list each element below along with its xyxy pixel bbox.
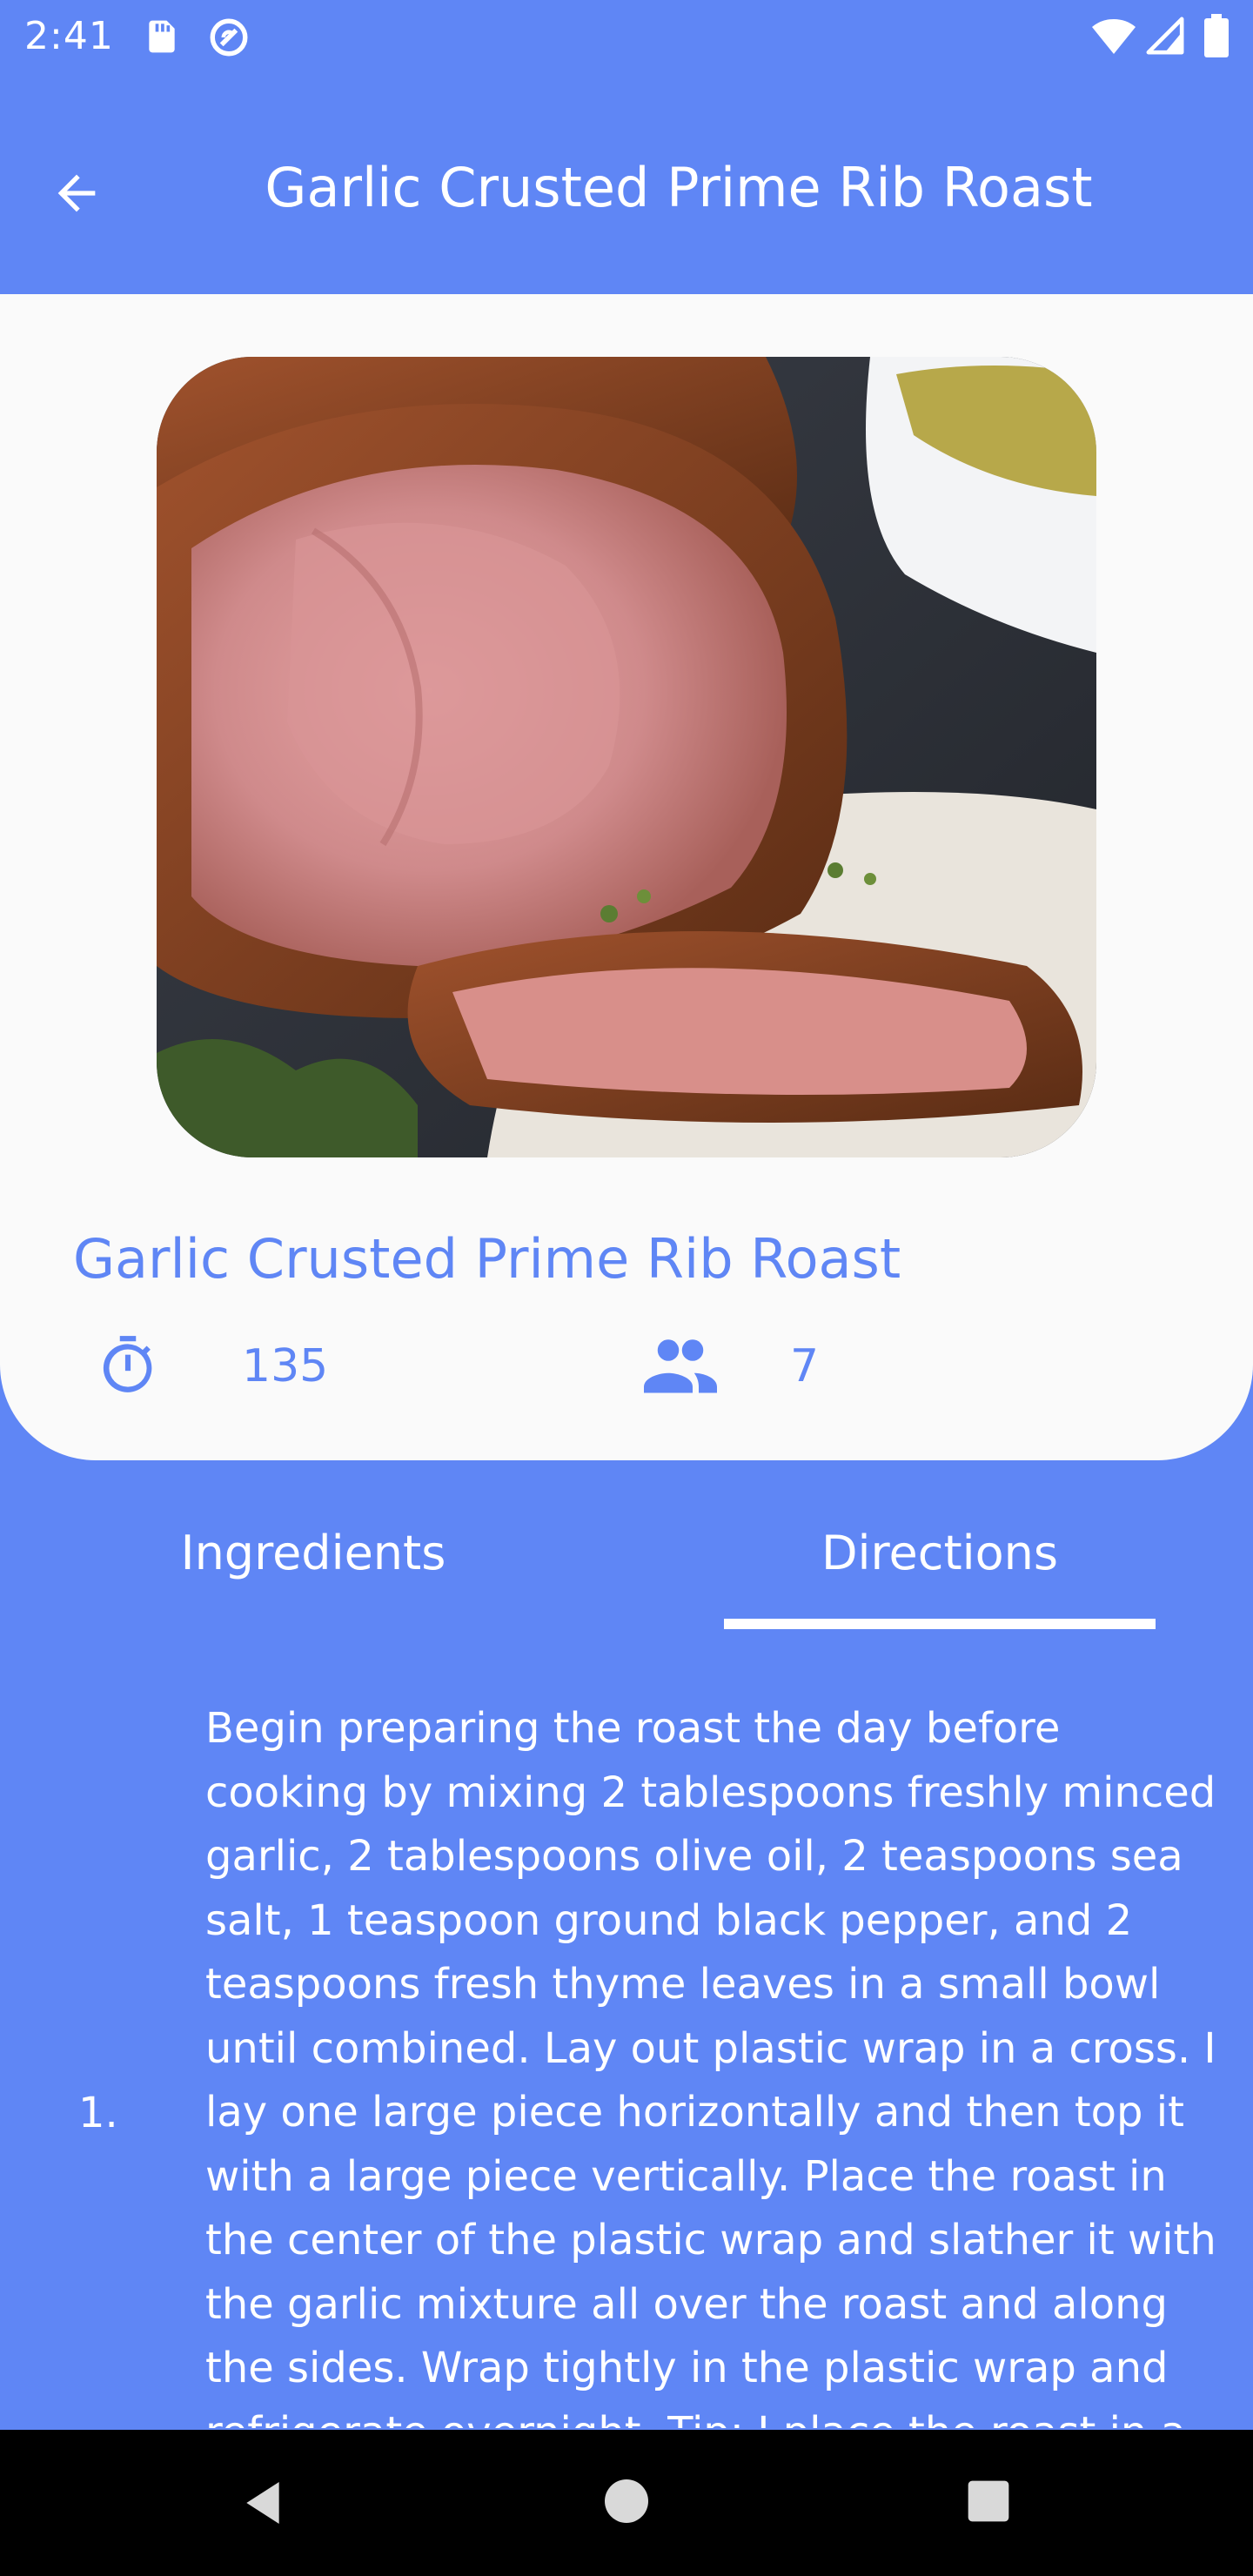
tab-ingredients[interactable]: Ingredients — [0, 1479, 626, 1627]
arrow-left-icon — [57, 174, 96, 212]
prime-rib-photo — [157, 357, 1096, 1157]
recipe-image — [157, 357, 1096, 1157]
step-text: Begin preparing the roast the day before… — [205, 1704, 1216, 2428]
tab-directions[interactable]: Directions — [626, 1479, 1253, 1627]
servings: 7 — [790, 1340, 820, 1392]
system-nav-bar — [0, 2430, 1253, 2576]
battery-icon — [1204, 14, 1229, 57]
nav-back-icon[interactable] — [235, 2475, 291, 2531]
sync-icon — [210, 18, 248, 57]
nav-recents-icon[interactable] — [964, 2477, 1013, 2526]
cook-time: 135 — [242, 1340, 329, 1392]
recipe-tabs: Ingredients Directions — [0, 1479, 1253, 1627]
recipe-detail-screen: 2:41 Garlic Crusted Prime Rib Roast Garl… — [0, 0, 1253, 2576]
sd-card-icon — [149, 20, 175, 53]
people-icon — [644, 1339, 717, 1393]
step-number: 1. — [78, 2088, 118, 2137]
timer-icon — [103, 1336, 152, 1392]
back-button[interactable] — [35, 151, 118, 235]
status-bar: 2:41 — [0, 0, 1253, 73]
recipe-card: Garlic Crusted Prime Rib Roast 135 7 — [0, 294, 1253, 1460]
tab-selected-indicator — [724, 1619, 1156, 1629]
nav-home-icon[interactable] — [600, 2475, 653, 2527]
page-title: Garlic Crusted Prime Rib Roast — [265, 156, 1093, 219]
signal-icon — [1146, 17, 1184, 55]
recipe-meta: 135 7 — [0, 1321, 1253, 1408]
app-bar: Garlic Crusted Prime Rib Roast — [0, 73, 1253, 294]
wifi-icon — [1092, 19, 1136, 54]
list-item: 1. Begin preparing the roast the day bef… — [0, 1697, 1253, 2428]
status-time: 2:41 — [24, 14, 114, 58]
recipe-name: Garlic Crusted Prime Rib Roast — [73, 1227, 901, 1291]
directions-list[interactable]: 1. Begin preparing the roast the day bef… — [0, 1697, 1253, 2428]
